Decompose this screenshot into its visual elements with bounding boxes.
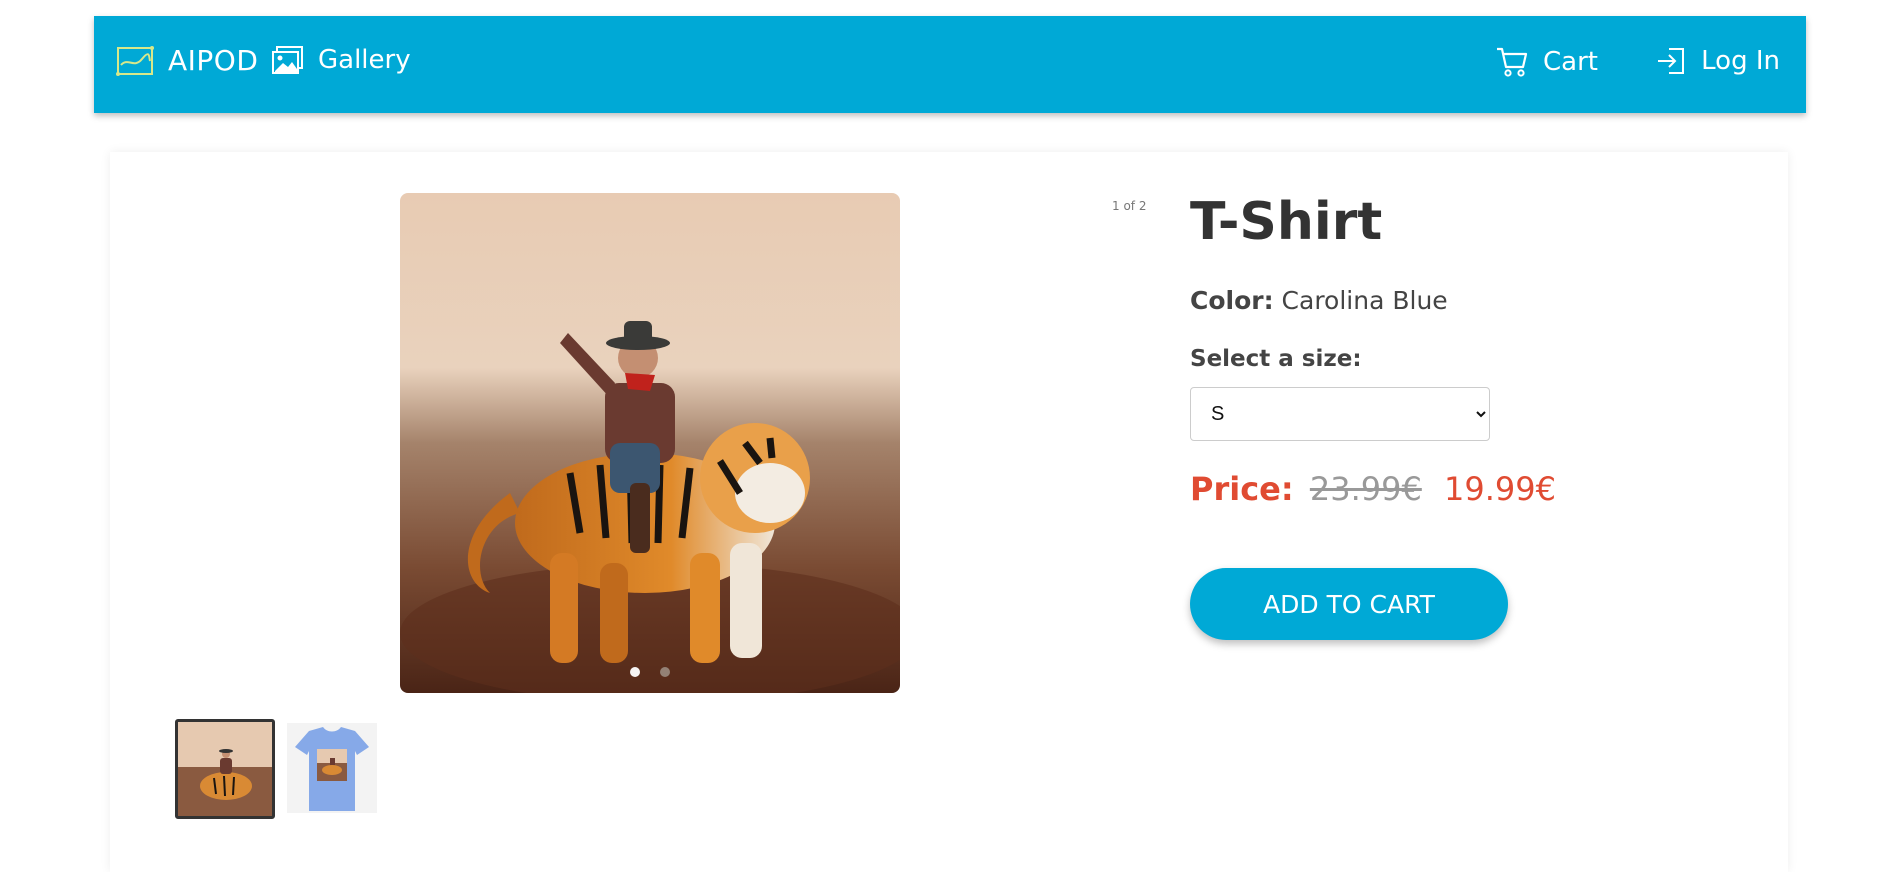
cowboy-riding-tiger-thumbnail [178, 722, 272, 816]
top-navbar: AIPOD Gallery Cart Log In [94, 16, 1806, 113]
image-icon [272, 46, 303, 74]
brand-link[interactable]: AIPOD [116, 44, 258, 77]
product-card: 1 of 2 T-Shirt Color: Carolina Blue Sele… [110, 152, 1788, 872]
product-image-carousel[interactable] [400, 193, 900, 693]
image-counter: 1 of 2 [1112, 199, 1147, 213]
product-title: T-Shirt [1190, 192, 1383, 252]
logo-icon [116, 45, 154, 76]
color-label: Color: [1190, 286, 1274, 315]
gallery-link[interactable]: Gallery [272, 45, 411, 75]
cart-link[interactable]: Cart [1495, 45, 1598, 79]
thumbnail-2[interactable] [287, 723, 377, 813]
price-label: Price: [1190, 470, 1294, 508]
price-old: 23.99€ [1309, 470, 1422, 508]
carousel-dot-1[interactable] [630, 667, 640, 677]
cowboy-riding-tiger-image [400, 193, 900, 693]
product-color: Color: Carolina Blue [1190, 286, 1448, 315]
cart-icon [1497, 47, 1528, 77]
product-price: Price: 23.99€ 19.99€ [1190, 470, 1556, 508]
color-value: Carolina Blue [1281, 286, 1448, 315]
gallery-label: Gallery [318, 45, 411, 75]
cart-label: Cart [1543, 47, 1598, 77]
login-link[interactable]: Log In [1655, 45, 1780, 77]
brand-label: AIPOD [168, 44, 259, 77]
tshirt-mockup-thumbnail [287, 723, 377, 813]
login-icon [1658, 48, 1685, 74]
add-to-cart-button[interactable]: ADD TO CART [1190, 568, 1508, 640]
login-label: Log In [1701, 46, 1780, 76]
carousel-dots [400, 667, 900, 677]
thumbnail-1[interactable] [175, 719, 275, 819]
price-new: 19.99€ [1443, 470, 1556, 508]
size-select[interactable]: S [1190, 387, 1490, 441]
size-label: Select a size: [1190, 346, 1362, 372]
carousel-dot-2[interactable] [660, 667, 670, 677]
